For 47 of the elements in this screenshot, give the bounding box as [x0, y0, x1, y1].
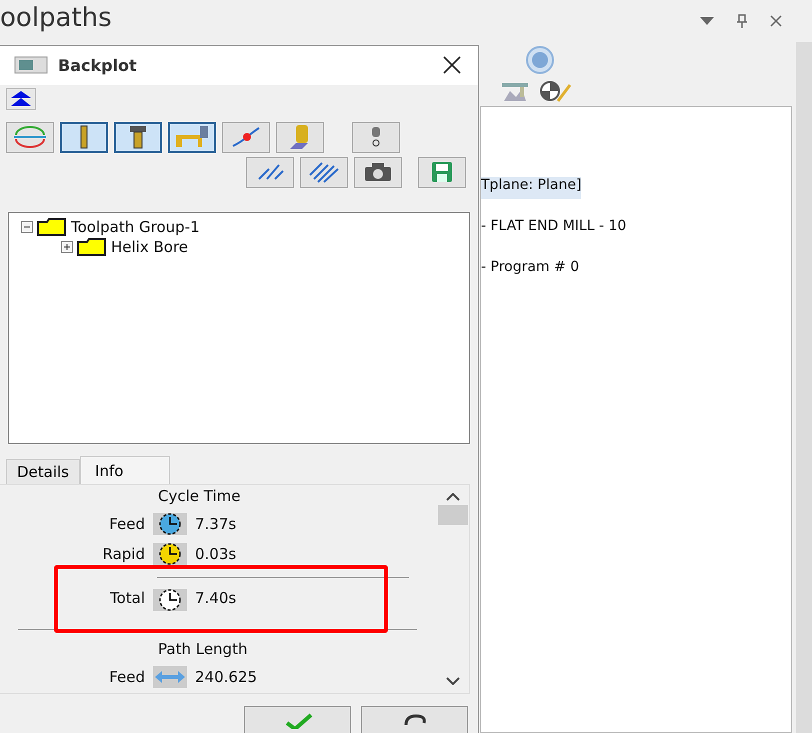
folder-icon: [77, 238, 107, 256]
camera-icon: [363, 162, 393, 182]
toolbar-button[interactable]: [222, 122, 270, 153]
tab[interactable]: Details: [6, 459, 80, 484]
operation-line[interactable]: - FLAT END MILL - 10: [481, 218, 791, 259]
info-label: Feed: [108, 668, 145, 686]
section-heading: Cycle Time: [157, 486, 242, 508]
info-value: 7.40s: [195, 589, 236, 608]
scroll-thumb[interactable]: [438, 505, 468, 526]
toolbar-button[interactable]: [300, 156, 348, 188]
edit-icon[interactable]: [538, 79, 574, 105]
expander-icon[interactable]: [21, 220, 33, 233]
pin-icon[interactable]: [736, 14, 748, 28]
toolbar-button[interactable]: [246, 156, 294, 188]
tab[interactable]: Info: [80, 456, 170, 484]
toolbar-button[interactable]: [354, 156, 402, 188]
tool-holder-icon: [129, 125, 147, 150]
close-icon[interactable]: [442, 55, 462, 76]
info-value: 0.03s: [195, 545, 236, 564]
operation-line[interactable]: - Program # 0: [481, 259, 791, 300]
dropdown-icon[interactable]: [700, 17, 714, 25]
endpoint-icon: [231, 126, 261, 148]
expander-icon[interactable]: [61, 240, 73, 253]
scroll-down-icon[interactable]: [446, 676, 460, 685]
toolbar-button[interactable]: [60, 122, 108, 153]
info-value: 7.37s: [195, 515, 236, 534]
info-label: Total: [108, 589, 145, 608]
info-label: Rapid: [102, 545, 145, 564]
tree-item[interactable]: Toolpath Group-1: [71, 218, 200, 236]
toolbar-button[interactable]: [114, 122, 162, 153]
section-heading: Path Length: [157, 639, 248, 660]
info-value: 240.625: [195, 668, 258, 686]
double-up-arrow-icon: [11, 91, 31, 108]
help-button[interactable]: [361, 706, 468, 733]
toolbar-button[interactable]: [168, 122, 216, 153]
folder-icon: [37, 218, 67, 236]
shank-icon: [174, 125, 210, 150]
panel-title: oolpaths: [0, 3, 112, 33]
tree-item[interactable]: Helix Bore: [111, 238, 188, 256]
hatch-icon: [308, 161, 340, 184]
refresh-icon: [12, 126, 48, 148]
window-icon: [14, 56, 48, 74]
save-icon: [431, 161, 453, 184]
info-label: Feed: [108, 515, 145, 534]
collapse-button[interactable]: [6, 88, 36, 110]
dialog-title: Backplot: [58, 56, 138, 75]
scroll-up-icon[interactable]: [446, 493, 460, 502]
